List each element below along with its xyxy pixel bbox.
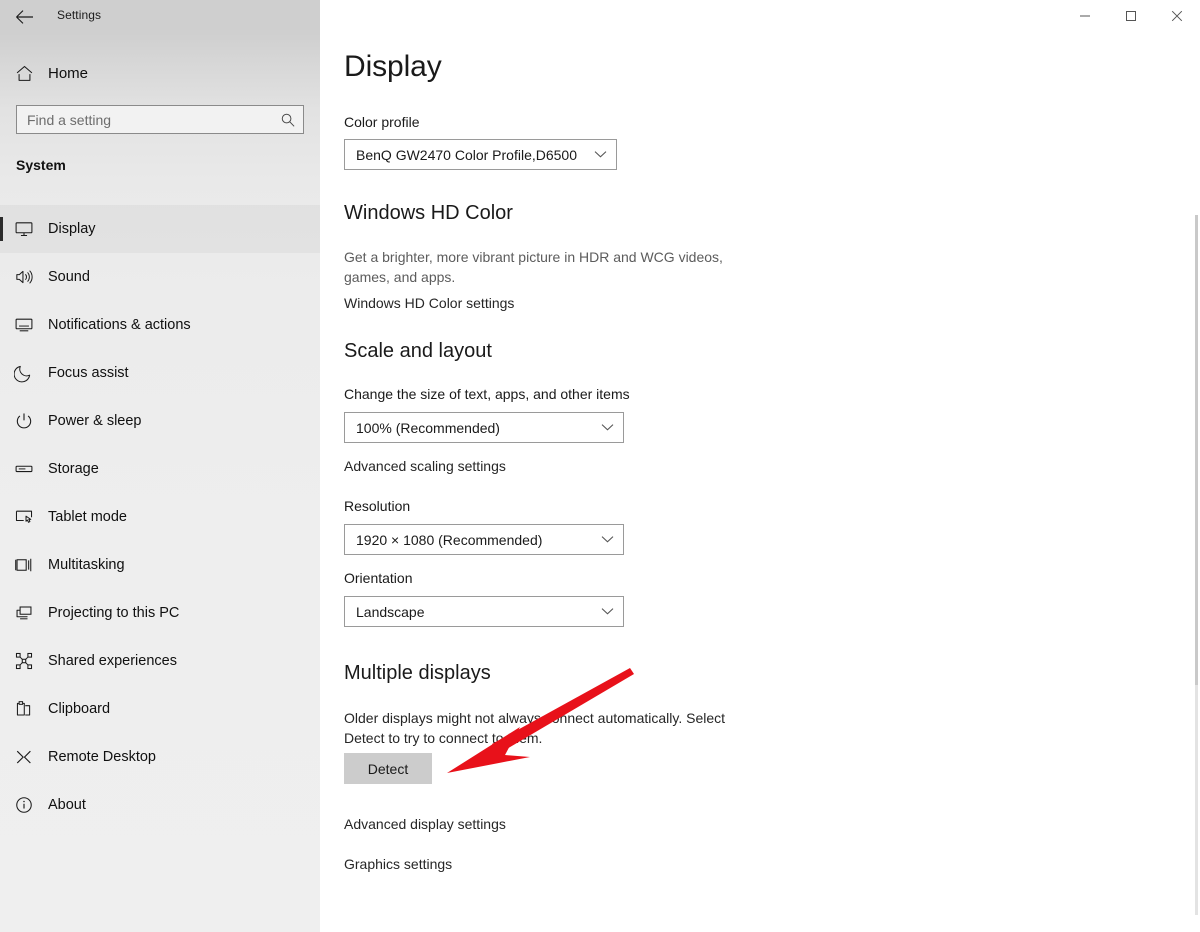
home-icon: [0, 64, 48, 83]
project-screen-icon: [0, 603, 48, 623]
info-icon: [0, 795, 48, 815]
orientation-label: Orientation: [344, 570, 412, 586]
maximize-button[interactable]: [1108, 0, 1154, 32]
remote-desktop-icon: [0, 747, 48, 767]
search-box[interactable]: [16, 105, 304, 134]
sidebar-item-display-label: Display: [48, 221, 96, 237]
sidebar-item-home-label: Home: [48, 65, 88, 82]
advanced-display-settings-link[interactable]: Advanced display settings: [344, 816, 506, 832]
hd-color-description-line2: games, and apps.: [344, 267, 455, 287]
hd-color-settings-link[interactable]: Windows HD Color settings: [344, 295, 514, 311]
chevron-down-icon: [601, 423, 623, 432]
advanced-scaling-settings-link[interactable]: Advanced scaling settings: [344, 458, 506, 474]
search-icon[interactable]: [273, 106, 303, 133]
resolution-label: Resolution: [344, 498, 410, 514]
multiple-displays-description-line2: Detect to try to connect to them.: [344, 728, 542, 748]
sidebar-item-remote-desktop-label: Remote Desktop: [48, 749, 156, 765]
sidebar-item-focus-assist-label: Focus assist: [48, 365, 129, 381]
sidebar-item-multitasking[interactable]: Multitasking: [0, 541, 320, 589]
sidebar-item-about[interactable]: About: [0, 781, 320, 829]
sidebar-nav-list: Display Sound: [0, 205, 320, 829]
storage-icon: [0, 459, 48, 479]
sidebar: Settings Home System: [0, 0, 320, 932]
sidebar-item-shared-experiences-label: Shared experiences: [48, 653, 177, 669]
app-title: Settings: [57, 8, 101, 22]
orientation-value: Landscape: [345, 604, 425, 620]
clipboard-icon: [0, 699, 48, 719]
back-arrow-icon[interactable]: [8, 2, 40, 32]
sidebar-item-power-sleep-label: Power & sleep: [48, 413, 142, 429]
sidebar-item-tablet-mode[interactable]: Tablet mode: [0, 493, 320, 541]
page-title: Display: [344, 50, 442, 84]
sidebar-item-sound[interactable]: Sound: [0, 253, 320, 301]
sidebar-item-focus-assist[interactable]: Focus assist: [0, 349, 320, 397]
selection-indicator: [0, 217, 3, 241]
chevron-down-icon: [594, 150, 616, 159]
sidebar-item-tablet-mode-label: Tablet mode: [48, 509, 127, 525]
resolution-select[interactable]: 1920 × 1080 (Recommended): [344, 524, 624, 555]
search-input[interactable]: [17, 107, 267, 132]
scale-value: 100% (Recommended): [345, 420, 500, 436]
close-button[interactable]: [1154, 0, 1200, 32]
window-controls: [1062, 0, 1200, 32]
multiple-displays-description-line1: Older displays might not always connect …: [344, 708, 725, 728]
sidebar-item-power-sleep[interactable]: Power & sleep: [0, 397, 320, 445]
color-profile-value: BenQ GW2470 Color Profile,D6500: [345, 147, 577, 163]
monitor-icon: [0, 219, 48, 239]
sidebar-item-notifications-actions[interactable]: Notifications & actions: [0, 301, 320, 349]
sidebar-item-projecting-to-this-pc-label: Projecting to this PC: [48, 605, 179, 621]
multiple-displays-heading: Multiple displays: [344, 662, 491, 685]
sidebar-item-display[interactable]: Display: [0, 205, 320, 253]
power-icon: [0, 411, 48, 431]
sidebar-item-sound-label: Sound: [48, 269, 90, 285]
chevron-down-icon: [601, 535, 623, 544]
shared-experiences-icon: [0, 651, 48, 671]
sidebar-item-clipboard[interactable]: Clipboard: [0, 685, 320, 733]
tablet-icon: [0, 507, 48, 527]
sidebar-group-title: System: [16, 157, 66, 173]
moon-icon: [0, 363, 48, 383]
sidebar-item-about-label: About: [48, 797, 86, 813]
resolution-value: 1920 × 1080 (Recommended): [345, 532, 542, 548]
hd-color-heading: Windows HD Color: [344, 202, 513, 225]
sidebar-item-storage[interactable]: Storage: [0, 445, 320, 493]
orientation-select[interactable]: Landscape: [344, 596, 624, 627]
sidebar-item-storage-label: Storage: [48, 461, 99, 477]
sidebar-item-home[interactable]: Home: [0, 56, 320, 90]
speaker-icon: [0, 267, 48, 287]
multitasking-icon: [0, 555, 48, 575]
scale-label: Change the size of text, apps, and other…: [344, 386, 630, 402]
scale-layout-heading: Scale and layout: [344, 340, 492, 363]
notification-icon: [0, 315, 48, 335]
chevron-down-icon: [601, 607, 623, 616]
sidebar-item-remote-desktop[interactable]: Remote Desktop: [0, 733, 320, 781]
scale-select[interactable]: 100% (Recommended): [344, 412, 624, 443]
detect-button[interactable]: Detect: [344, 753, 432, 784]
main-content: Display Color profile BenQ GW2470 Color …: [320, 0, 1200, 932]
sidebar-item-clipboard-label: Clipboard: [48, 701, 110, 717]
sidebar-item-shared-experiences[interactable]: Shared experiences: [0, 637, 320, 685]
sidebar-item-notifications-actions-label: Notifications & actions: [48, 317, 191, 333]
sidebar-item-multitasking-label: Multitasking: [48, 557, 125, 573]
sidebar-item-projecting-to-this-pc[interactable]: Projecting to this PC: [0, 589, 320, 637]
color-profile-label: Color profile: [344, 114, 419, 130]
scrollbar-thumb[interactable]: [1195, 215, 1198, 685]
titlebar: Settings: [0, 0, 320, 34]
graphics-settings-link[interactable]: Graphics settings: [344, 856, 452, 872]
color-profile-select[interactable]: BenQ GW2470 Color Profile,D6500: [344, 139, 617, 170]
minimize-button[interactable]: [1062, 0, 1108, 32]
settings-window: Settings Home System: [0, 0, 1200, 932]
hd-color-description-line1: Get a brighter, more vibrant picture in …: [344, 247, 723, 267]
